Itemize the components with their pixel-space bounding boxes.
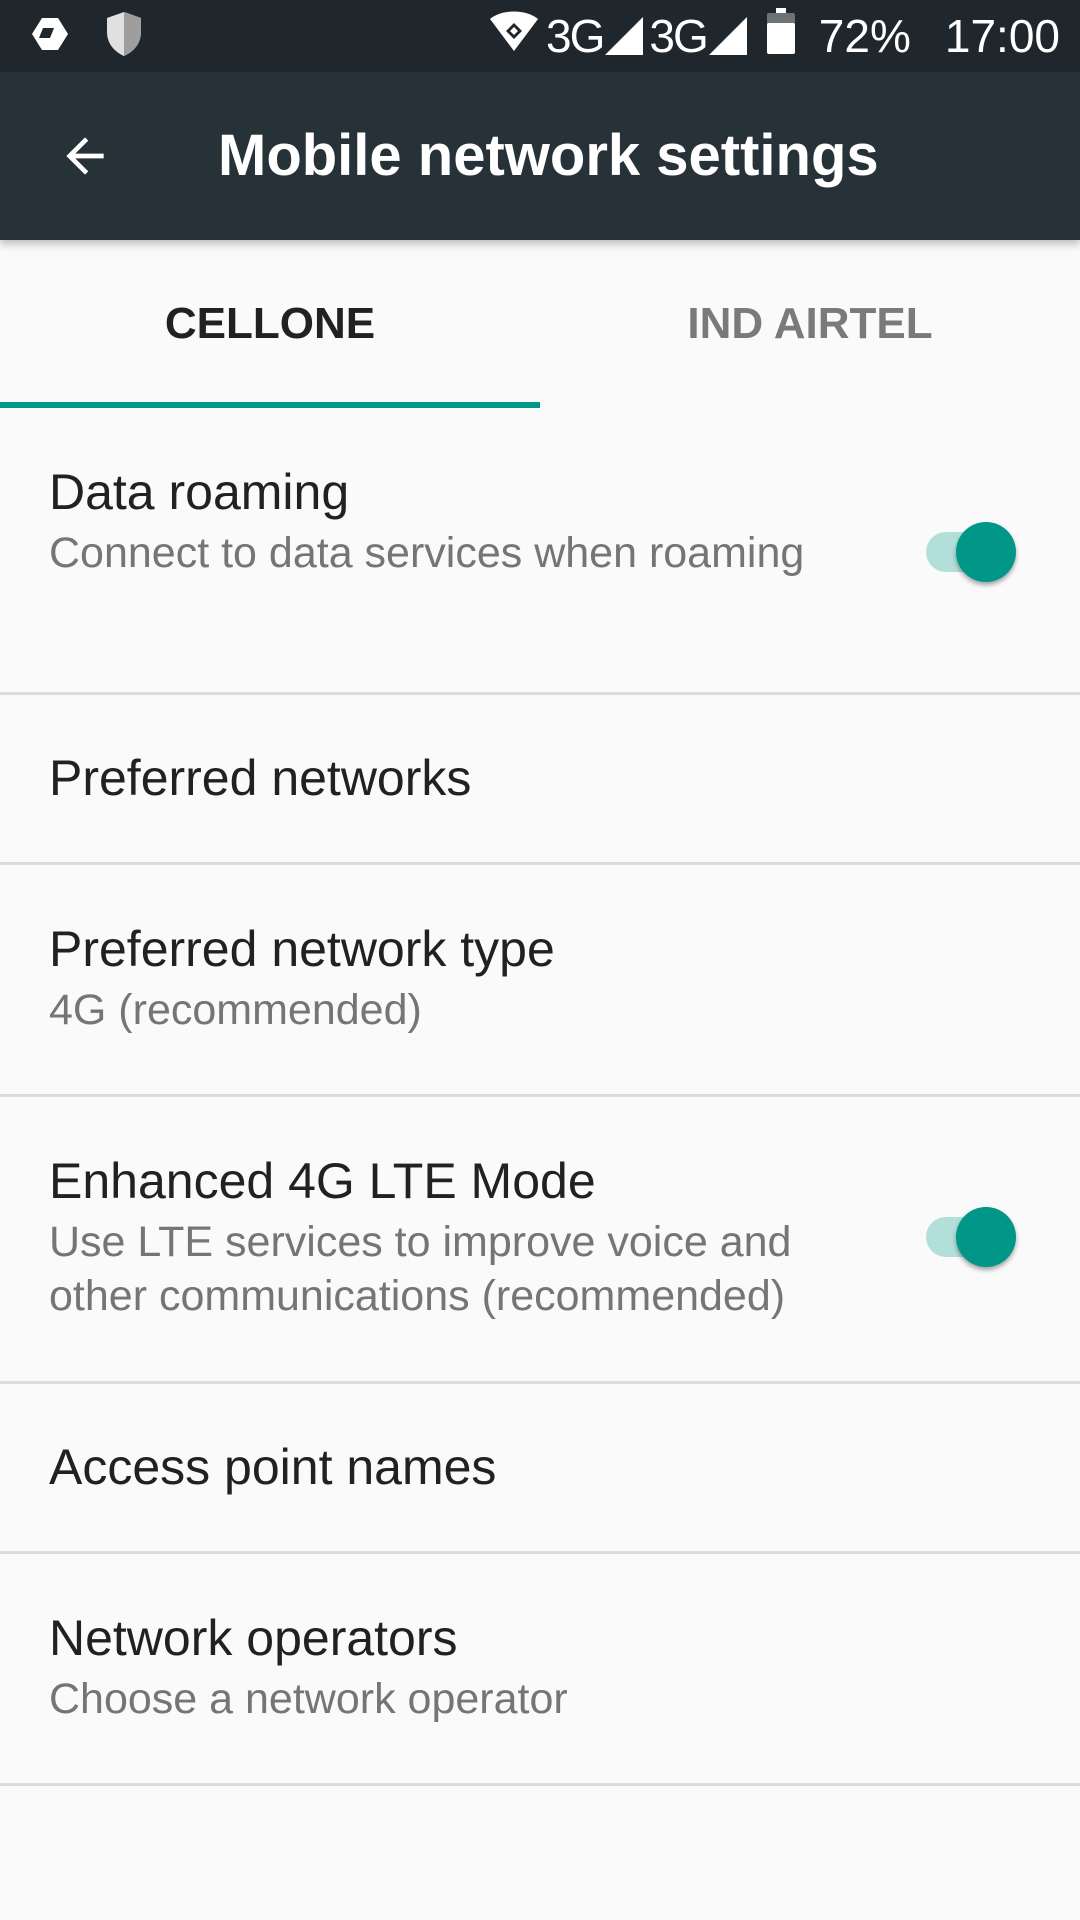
access-point-names-item[interactable]: Access point names [0,1384,1080,1554]
item-text: Preferred networks [49,750,880,806]
status-system-icons: 3G 3G 72% 17:00 [488,0,1060,72]
item-title: Data roaming [49,464,350,520]
signal-icon [708,17,747,55]
item-summary: Choose a network operator [49,1675,568,1723]
item-title: Preferred networks [49,750,472,806]
network-operators-item[interactable]: Network operators Choose a network opera… [0,1554,1080,1786]
back-button[interactable] [30,116,140,196]
battery-percentage: 72% [818,10,911,62]
tab-ind-airtel[interactable]: IND AIRTEL [540,240,1080,408]
item-title: Network operators [49,1610,458,1666]
item-title: Preferred network type [49,921,555,977]
enhanced-lte-toggle[interactable] [924,1197,1020,1267]
tab-label: IND AIRTEL [687,299,933,348]
enhanced-lte-mode-item[interactable]: Enhanced 4G LTE Mode Use LTE services to… [0,1097,1080,1384]
tab-label: CELLONE [164,299,376,348]
item-text: Preferred network type 4G (recommended) [49,921,880,1037]
item-summary: Connect to data services when roaming [49,529,805,577]
signal-icon [605,17,644,55]
clock: 17:00 [944,10,1060,62]
item-title: Enhanced 4G LTE Mode [49,1153,596,1209]
switch-thumb [956,522,1016,582]
preferred-networks-item[interactable]: Preferred networks [0,695,1080,865]
status-bar: 3G 3G 72% 17:00 [0,0,1080,72]
settings-list: Data roaming Connect to data services wh… [0,408,1080,1786]
preferred-network-type-item[interactable]: Preferred network type 4G (recommended) [0,865,1080,1097]
sim1-network-label: 3G [546,10,605,62]
back-arrow-icon [66,137,104,175]
data-roaming-item[interactable]: Data roaming Connect to data services wh… [0,408,1080,695]
item-summary: 4G (recommended) [49,986,422,1034]
data-roaming-toggle[interactable] [924,512,1020,582]
page-title: Mobile network settings [218,123,879,188]
sim2-network: 3G [649,9,747,63]
sim2-network-label: 3G [649,10,708,62]
sim1-network: 3G [546,9,644,63]
item-text: Enhanced 4G LTE Mode Use LTE services to… [49,1153,880,1323]
app-notification-icon [30,14,70,59]
item-text: Network operators Choose a network opera… [49,1610,880,1726]
app-bar: Mobile network settings [0,72,1080,240]
switch-thumb [956,1207,1016,1267]
battery-icon [766,7,795,65]
sim-tabs: CELLONE IND AIRTEL [0,240,1080,408]
tab-cellone[interactable]: CELLONE [0,240,540,408]
item-title: Access point names [49,1439,497,1495]
wifi-icon [488,9,540,64]
status-notification-icons [30,10,144,62]
item-text: Data roaming Connect to data services wh… [49,464,880,580]
item-summary: Use LTE services to improve voice and ot… [49,1218,792,1320]
shield-icon [104,10,144,63]
item-text: Access point names [49,1439,880,1495]
